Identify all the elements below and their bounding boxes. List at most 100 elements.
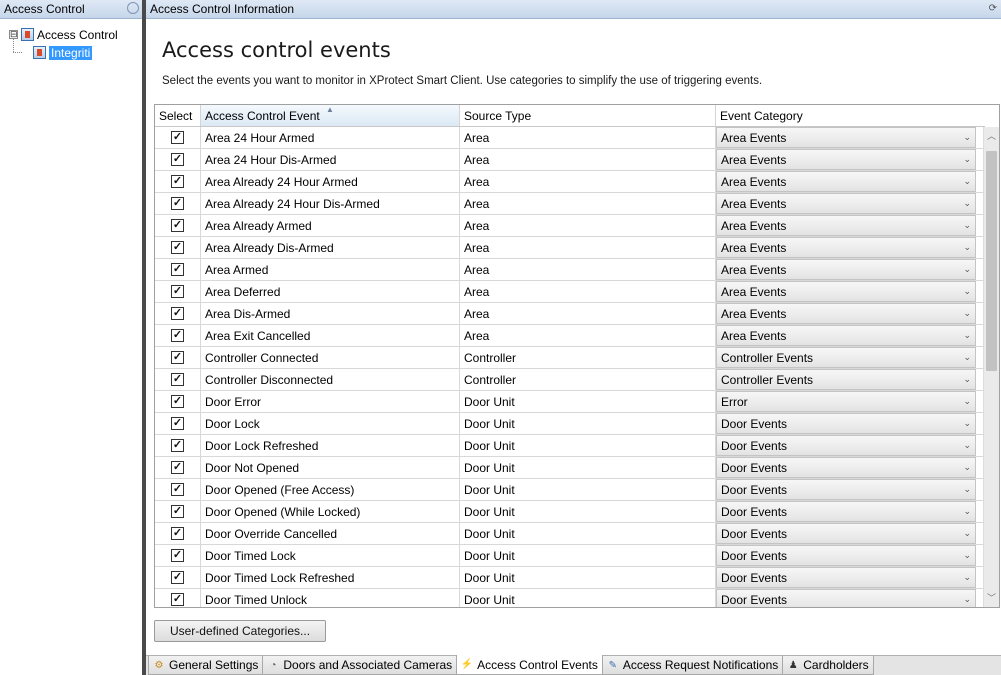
select-checkbox[interactable]: ✓ [171, 373, 184, 386]
select-checkbox[interactable]: ✓ [171, 483, 184, 496]
event-category-dropdown[interactable]: Area Events ⌄ [716, 149, 976, 170]
table-row[interactable]: ✓ Door Lock Door Unit Door Events ⌄ [155, 413, 985, 435]
event-category-cell: Area Events ⌄ [716, 193, 976, 214]
event-category-dropdown[interactable]: Door Events ⌄ [716, 501, 976, 522]
refresh-icon[interactable]: ⟳ [989, 3, 997, 14]
table-row[interactable]: ✓ Area 24 Hour Armed Area Area Events ⌄ [155, 127, 985, 149]
table-row[interactable]: ✓ Area Deferred Area Area Events ⌄ [155, 281, 985, 303]
table-row[interactable]: ✓ Area Exit Cancelled Area Area Events ⌄ [155, 325, 985, 347]
tab-doors-and-associated-cameras[interactable]: ◔ Doors and Associated Cameras [262, 656, 458, 675]
event-category-dropdown[interactable]: Door Events ⌄ [716, 457, 976, 478]
select-checkbox[interactable]: ✓ [171, 593, 184, 606]
event-category-dropdown[interactable]: Door Events ⌄ [716, 413, 976, 434]
table-row[interactable]: ✓ Door Lock Refreshed Door Unit Door Events… [155, 435, 985, 457]
select-checkbox[interactable]: ✓ [171, 395, 184, 408]
select-checkbox[interactable]: ✓ [171, 175, 184, 188]
column-header-access-control-event[interactable]: Access Control Event ▲ [201, 105, 460, 126]
event-name-cell: Area Already 24 Hour Dis-Armed [201, 193, 460, 214]
select-checkbox[interactable]: ✓ [171, 527, 184, 540]
table-row[interactable]: ✓ Door Override Cancelled Door Unit Door Ev… [155, 523, 985, 545]
chevron-down-icon: ⌄ [963, 462, 971, 472]
chevron-down-icon: ⌄ [963, 374, 971, 384]
event-category-dropdown[interactable]: Error ⌄ [716, 391, 976, 412]
table-row[interactable]: ✓ Controller Connected Controller Controlle… [155, 347, 985, 369]
event-category-dropdown[interactable]: Area Events ⌄ [716, 127, 976, 148]
event-category-dropdown[interactable]: Area Events ⌄ [716, 215, 976, 236]
event-category-dropdown[interactable]: Area Events ⌄ [716, 303, 976, 324]
column-header-select[interactable]: Select [155, 105, 201, 126]
event-name-cell: Controller Disconnected [201, 369, 460, 390]
event-category-dropdown[interactable]: Door Events ⌄ [716, 435, 976, 456]
event-category-dropdown[interactable]: Controller Events ⌄ [716, 369, 976, 390]
source-type-cell: Door Unit [460, 523, 716, 544]
select-checkbox[interactable]: ✓ [171, 197, 184, 210]
table-row[interactable]: ✓ Door Opened (While Locked) Door Unit Door… [155, 501, 985, 523]
select-checkbox[interactable]: ✓ [171, 285, 184, 298]
table-row[interactable]: ✓ Door Timed Unlock Door Unit Door Events ⌄ [155, 589, 985, 607]
source-type-cell: Area [460, 325, 716, 346]
table-row[interactable]: ✓ Door Timed Lock Refreshed Door Unit Door … [155, 567, 985, 589]
event-category-dropdown[interactable]: Door Events ⌄ [716, 567, 976, 588]
scroll-down-icon[interactable]: ﹀ [984, 591, 999, 605]
select-checkbox[interactable]: ✓ [171, 571, 184, 584]
table-row[interactable]: ✓ Area Already Armed Area Area Events ⌄ [155, 215, 985, 237]
select-checkbox[interactable]: ✓ [171, 417, 184, 430]
event-category-cell: Area Events ⌄ [716, 127, 976, 148]
pin-icon[interactable] [127, 2, 139, 14]
table-row[interactable]: ✓ Area 24 Hour Dis-Armed Area Area Events ⌄ [155, 149, 985, 171]
table-row[interactable]: ✓ Door Not Opened Door Unit Door Events ⌄ [155, 457, 985, 479]
vertical-scrollbar[interactable]: ︿ ﹀ [983, 127, 999, 607]
table-row[interactable]: ✓ Area Dis-Armed Area Area Events ⌄ [155, 303, 985, 325]
select-checkbox[interactable]: ✓ [171, 549, 184, 562]
event-category-dropdown[interactable]: Area Events ⌄ [716, 325, 976, 346]
user-defined-categories-button[interactable]: User-defined Categories... [154, 620, 326, 642]
select-checkbox[interactable]: ✓ [171, 153, 184, 166]
select-checkbox[interactable]: ✓ [171, 439, 184, 452]
scroll-up-icon[interactable]: ︿ [984, 129, 999, 143]
tab-general-settings[interactable]: ⚙ General Settings [148, 656, 264, 675]
select-checkbox[interactable]: ✓ [171, 219, 184, 232]
event-name-cell: Area 24 Hour Armed [201, 127, 460, 148]
select-checkbox[interactable]: ✓ [171, 351, 184, 364]
column-header-source-type[interactable]: Source Type [460, 105, 716, 126]
tree-node-integriti[interactable]: Integriti [33, 44, 93, 61]
table-row[interactable]: ✓ Door Timed Lock Door Unit Door Events ⌄ [155, 545, 985, 567]
table-row[interactable]: ✓ Area Armed Area Area Events ⌄ [155, 259, 985, 281]
event-category-dropdown[interactable]: Door Events ⌄ [716, 545, 976, 566]
event-category-cell: Controller Events ⌄ [716, 369, 976, 390]
select-checkbox[interactable]: ✓ [171, 461, 184, 474]
scrollbar-thumb[interactable] [986, 151, 997, 371]
select-checkbox[interactable]: ✓ [171, 329, 184, 342]
event-category-dropdown[interactable]: Area Events ⌄ [716, 193, 976, 214]
table-row[interactable]: ✓ Door Error Door Unit Error ⌄ [155, 391, 985, 413]
chevron-down-icon: ⌄ [963, 286, 971, 296]
tab-access-request-notifications[interactable]: ✎ Access Request Notifications [601, 656, 784, 675]
select-checkbox[interactable]: ✓ [171, 241, 184, 254]
event-category-dropdown[interactable]: Area Events ⌄ [716, 237, 976, 258]
select-checkbox[interactable]: ✓ [171, 505, 184, 518]
event-category-dropdown[interactable]: Area Events ⌄ [716, 259, 976, 280]
column-header-event-category[interactable]: Event Category [716, 105, 985, 126]
select-checkbox[interactable]: ✓ [171, 307, 184, 320]
event-category-dropdown[interactable]: Area Events ⌄ [716, 281, 976, 302]
table-row[interactable]: ✓ Controller Disconnected Controller Contro… [155, 369, 985, 391]
table-row[interactable]: ✓ Area Already Dis-Armed Area Area Events ⌄ [155, 237, 985, 259]
select-checkbox[interactable]: ✓ [171, 263, 184, 276]
event-category-dropdown[interactable]: Door Events ⌄ [716, 523, 976, 544]
chevron-down-icon: ⌄ [963, 572, 971, 582]
select-cell: ✓ [155, 193, 201, 214]
event-category-dropdown[interactable]: Controller Events ⌄ [716, 347, 976, 368]
event-category-dropdown[interactable]: Area Events ⌄ [716, 171, 976, 192]
tree-node-access-control[interactable]: ⊟ Access Control [9, 26, 118, 43]
properties-pane: Access Control Information ⟳ Access cont… [146, 0, 1001, 675]
event-category-dropdown[interactable]: Door Events ⌄ [716, 479, 976, 500]
table-row[interactable]: ✓ Area Already 24 Hour Dis-Armed Area Area … [155, 193, 985, 215]
tab-cardholders[interactable]: ♟ Cardholders [782, 656, 874, 675]
select-checkbox[interactable]: ✓ [171, 131, 184, 144]
event-category-dropdown[interactable]: Door Events ⌄ [716, 589, 976, 607]
collapse-icon[interactable]: ⊟ [9, 30, 18, 39]
table-row[interactable]: ✓ Door Opened (Free Access) Door Unit Door … [155, 479, 985, 501]
tab-label: Cardholders [803, 658, 869, 672]
table-row[interactable]: ✓ Area Already 24 Hour Armed Area Area Even… [155, 171, 985, 193]
tab-access-control-events[interactable]: ⚡ Access Control Events [456, 655, 603, 675]
